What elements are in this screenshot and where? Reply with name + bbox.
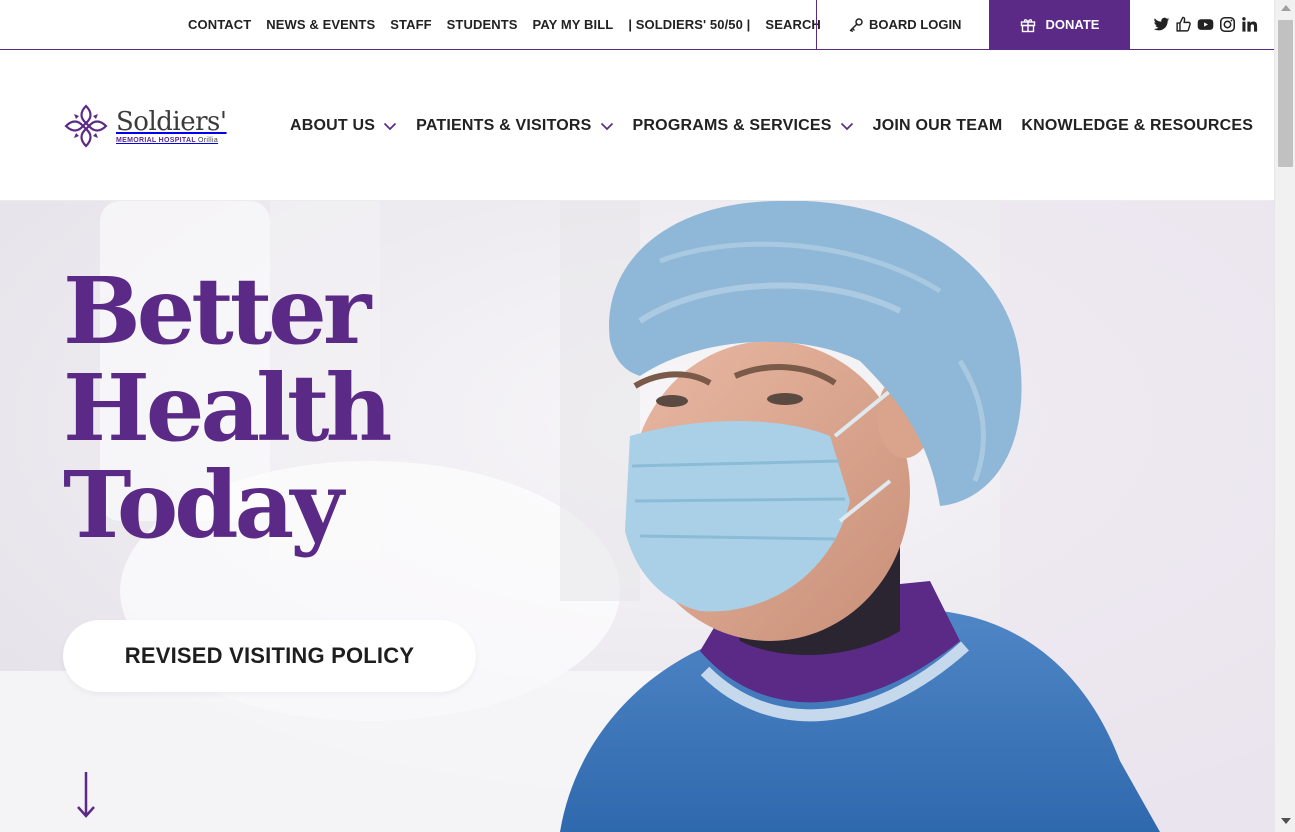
twitter-icon[interactable]: [1153, 16, 1170, 33]
board-login-label: BOARD LOGIN: [869, 17, 962, 32]
utility-divider: [816, 0, 817, 49]
news-events-link[interactable]: NEWS & EVENTS: [266, 17, 375, 32]
like-icon[interactable]: [1175, 16, 1192, 33]
scroll-down-arrow-icon[interactable]: [1281, 818, 1291, 824]
nav-about-us[interactable]: ABOUT US: [290, 117, 397, 135]
chevron-down-icon: [600, 119, 614, 133]
chevron-down-icon: [383, 119, 397, 133]
nav-join-our-team[interactable]: JOIN OUR TEAM: [873, 117, 1003, 135]
logo-name: Soldiers': [116, 107, 227, 137]
hero-section: Better Health Today REVISED VISITING POL…: [0, 201, 1274, 832]
logo-subtitle-text: MEMORIAL HOSPITAL: [116, 137, 196, 144]
search-link[interactable]: SEARCH: [765, 17, 821, 32]
main-header: Soldiers' MEMORIAL HOSPITAL Orillia ABOU…: [0, 50, 1274, 201]
scroll-up-arrow-icon[interactable]: [1281, 5, 1291, 11]
staff-link[interactable]: STAFF: [390, 17, 431, 32]
scroll-thumb[interactable]: [1278, 20, 1293, 167]
pay-my-bill-link[interactable]: PAY MY BILL: [533, 17, 614, 32]
headline-line: Today: [63, 451, 344, 559]
logo-city: Orillia: [198, 137, 219, 144]
youtube-icon[interactable]: [1197, 16, 1214, 33]
headline-line: Health: [63, 354, 392, 462]
nav-label: PROGRAMS & SERVICES: [632, 116, 832, 134]
instagram-icon[interactable]: [1219, 16, 1236, 33]
arrow-down-icon[interactable]: [75, 770, 97, 820]
nav-programs-services[interactable]: PROGRAMS & SERVICES: [633, 117, 854, 135]
hospital-logo[interactable]: Soldiers' MEMORIAL HOSPITAL Orillia: [62, 100, 242, 152]
nav-label: KNOWLEDGE & RESOURCES: [1021, 116, 1254, 134]
gift-icon: [1020, 17, 1036, 33]
logo-subtitle: MEMORIAL HOSPITAL Orillia: [116, 137, 227, 144]
flower-logo-icon: [62, 102, 110, 150]
main-nav: ABOUT US PATIENTS & VISITORS PROGRAMS & …: [290, 50, 1253, 201]
nav-label: ABOUT US: [290, 116, 376, 134]
contact-link[interactable]: CONTACT: [188, 17, 251, 32]
donate-button[interactable]: DONATE: [989, 0, 1130, 49]
linkedin-icon[interactable]: [1241, 16, 1258, 33]
revised-visiting-policy-button[interactable]: REVISED VISITING POLICY: [63, 620, 476, 692]
donate-label: DONATE: [1045, 17, 1100, 32]
nav-label: JOIN OUR TEAM: [872, 116, 1003, 134]
logo-wordmark: Soldiers' MEMORIAL HOSPITAL Orillia: [116, 108, 227, 144]
hero-headline: Better Health Today: [63, 263, 483, 554]
nav-knowledge-resources[interactable]: KNOWLEDGE & RESOURCES: [1021, 117, 1253, 135]
utility-bar: CONTACT NEWS & EVENTS STAFF STUDENTS PAY…: [0, 0, 1274, 50]
students-link[interactable]: STUDENTS: [447, 17, 518, 32]
chevron-down-icon: [840, 119, 854, 133]
key-icon: [848, 17, 864, 33]
board-login-link[interactable]: BOARD LOGIN: [848, 0, 961, 49]
nav-label: PATIENTS & VISITORS: [416, 116, 592, 134]
nav-patients-visitors[interactable]: PATIENTS & VISITORS: [416, 117, 613, 135]
page-scrollbar[interactable]: [1274, 0, 1295, 832]
utility-nav: CONTACT NEWS & EVENTS STAFF STUDENTS PAY…: [188, 0, 821, 49]
headline-line: Better: [63, 257, 371, 365]
social-links: [1153, 0, 1258, 49]
soldiers-5050-link[interactable]: | SOLDIERS' 50/50 |: [628, 17, 750, 32]
